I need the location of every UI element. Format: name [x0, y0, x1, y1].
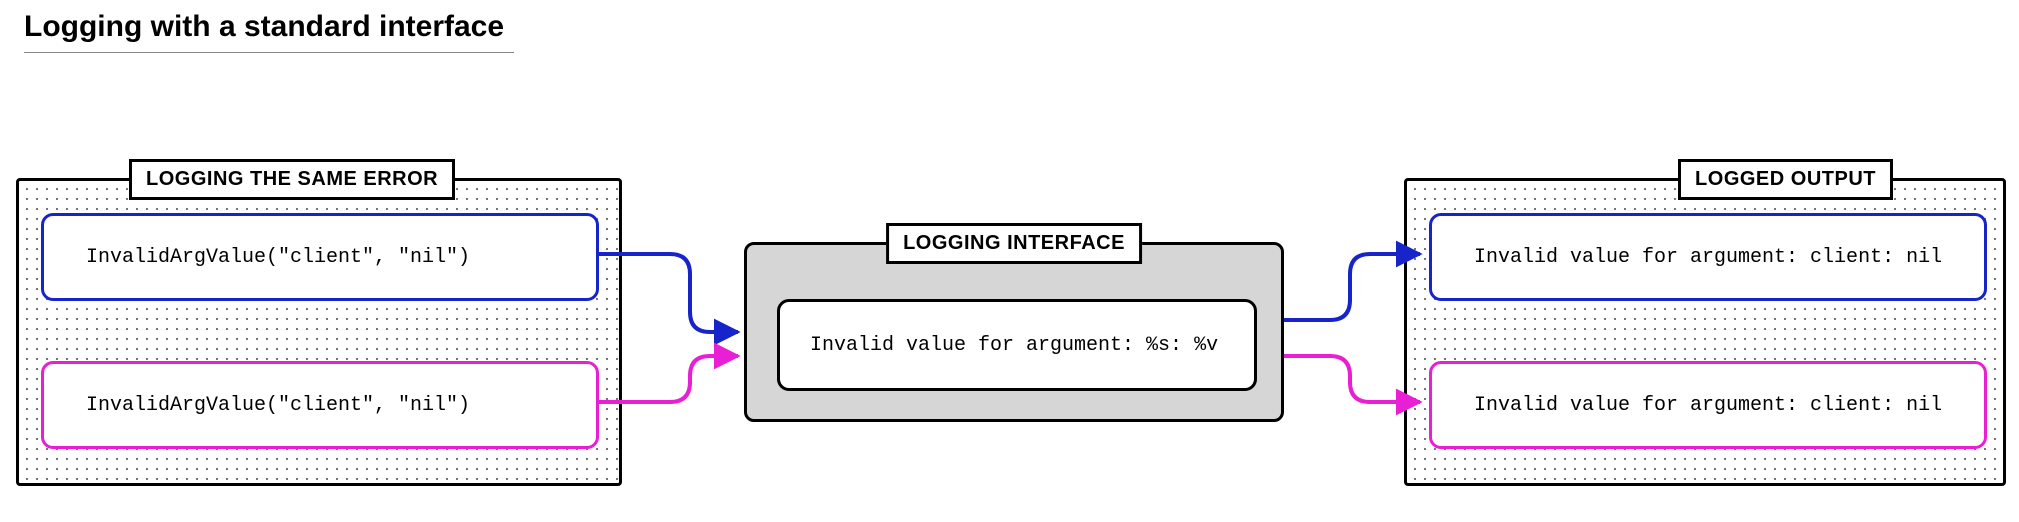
panel-outputs-label: LOGGED OUTPUT — [1678, 159, 1893, 200]
panel-inputs: LOGGING THE SAME ERROR InvalidArgValue("… — [16, 178, 622, 486]
interface-template: Invalid value for argument: %s: %v — [777, 299, 1257, 391]
arrow-interface-to-out1 — [1284, 254, 1420, 320]
output-line-2: Invalid value for argument: client: nil — [1429, 361, 1987, 449]
panel-inputs-label: LOGGING THE SAME ERROR — [129, 159, 455, 200]
diagram-canvas: Logging with a standard interface LOGGIN… — [0, 0, 2019, 522]
output-line-1: Invalid value for argument: client: nil — [1429, 213, 1987, 301]
panel-interface-label: LOGGING INTERFACE — [886, 223, 1142, 264]
panel-outputs: LOGGED OUTPUT Invalid value for argument… — [1404, 178, 2006, 486]
panel-interface: LOGGING INTERFACE Invalid value for argu… — [744, 242, 1284, 422]
input-call-1: InvalidArgValue("client", "nil") — [41, 213, 599, 301]
arrow-interface-to-out2 — [1284, 356, 1420, 402]
diagram-title: Logging with a standard interface — [24, 10, 514, 53]
input-call-2: InvalidArgValue("client", "nil") — [41, 361, 599, 449]
